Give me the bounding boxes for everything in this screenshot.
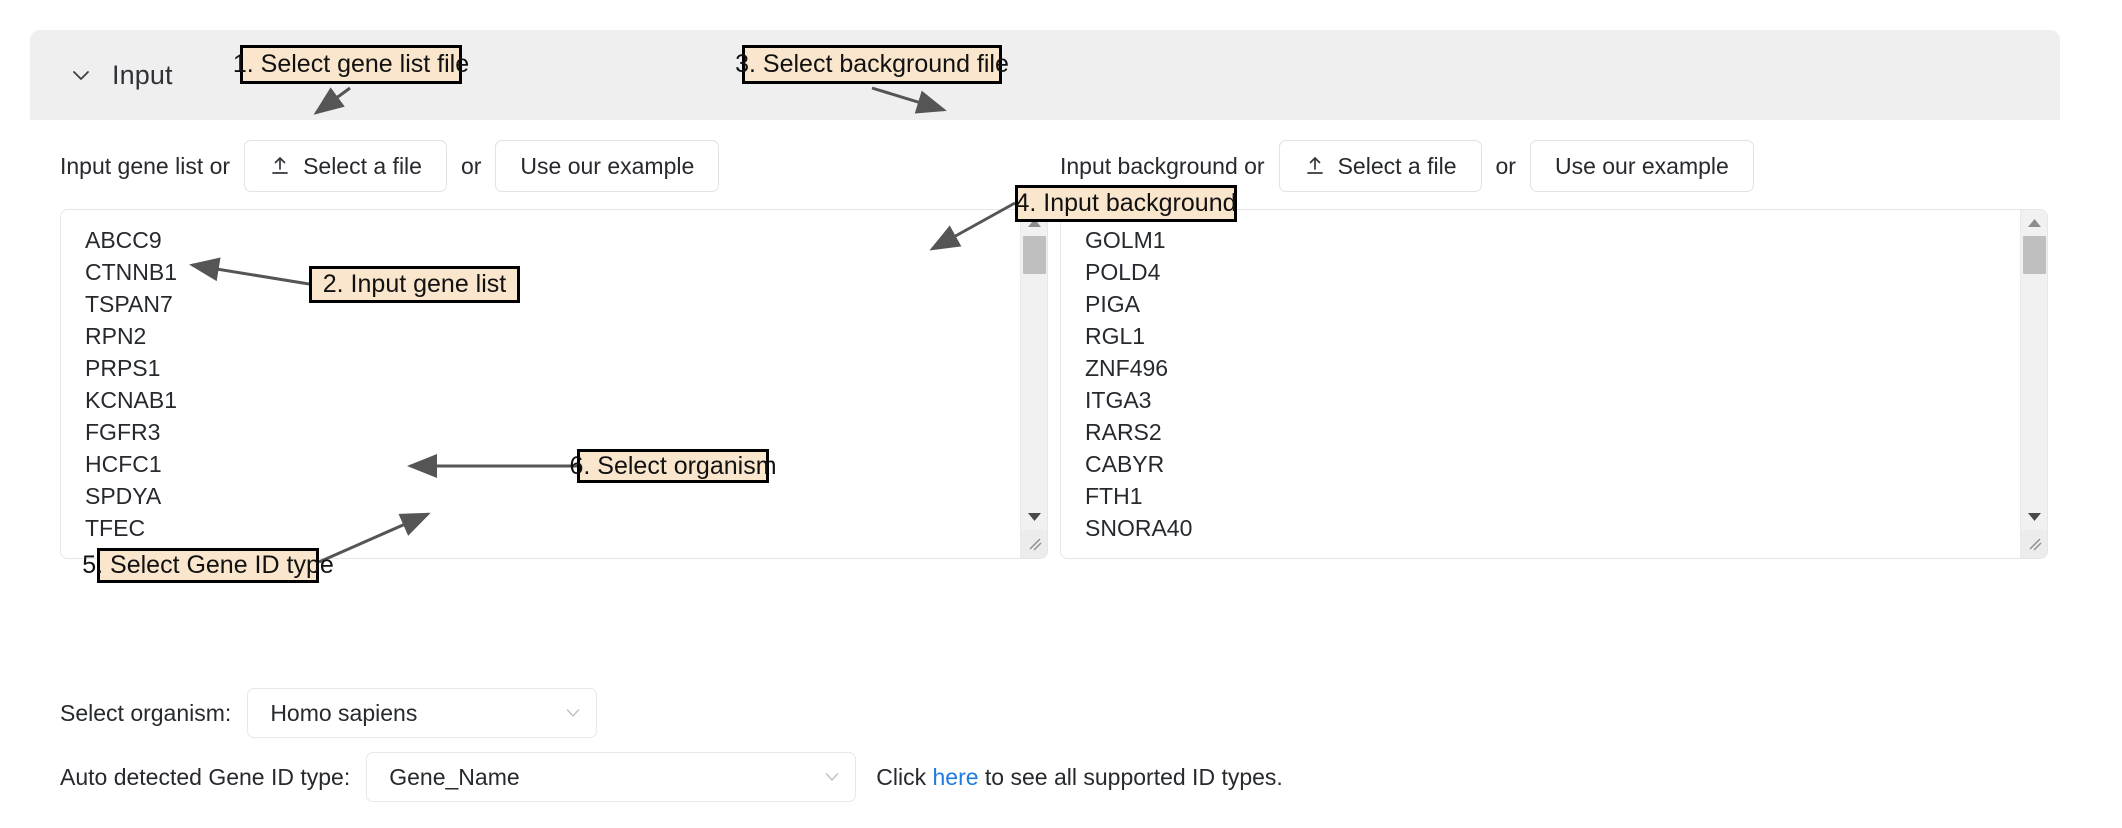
background-use-example-button[interactable]: Use our example: [1530, 140, 1754, 192]
background-scrollbar[interactable]: [2020, 210, 2047, 558]
chevron-down-icon[interactable]: [70, 64, 92, 86]
gene-list-use-example-label: Use our example: [520, 153, 694, 180]
gene-list-select-file-label: Select a file: [303, 153, 422, 180]
upload-icon: [269, 155, 291, 177]
upload-icon: [1304, 155, 1326, 177]
scrollbar-thumb[interactable]: [1023, 236, 1046, 274]
card-body: Input gene list or Select a file or Use …: [30, 120, 2060, 800]
gene-list-select-file-button[interactable]: Select a file: [244, 140, 447, 192]
background-select-file-label: Select a file: [1338, 153, 1457, 180]
supported-id-types-hint: Click here to see all supported ID types…: [876, 764, 1283, 791]
gene-list-textarea-content[interactable]: ABCC9 CTNNB1 TSPAN7 RPN2 PRPS1 KCNAB1 FG…: [61, 210, 1019, 558]
background-or-text: or: [1496, 153, 1516, 180]
hint-before: Click: [876, 764, 932, 790]
background-textarea[interactable]: GOLM1 POLD4 PIGA RGL1 ZNF496 ITGA3 RARS2…: [1060, 209, 2048, 559]
callout-1: 1. Select gene list file: [240, 45, 462, 84]
organism-row: Select organism: Homo sapiens: [60, 688, 597, 738]
callout-6-label: 6. Select organism: [569, 452, 776, 481]
background-select-file-button[interactable]: Select a file: [1279, 140, 1482, 192]
input-card: Input Input gene list or Select a file: [30, 30, 2060, 800]
callout-5: 5. Select Gene ID type: [97, 548, 319, 583]
callout-1-label: 1. Select gene list file: [233, 50, 469, 79]
callout-2-label: 2. Input gene list: [323, 270, 506, 299]
organism-label: Select organism:: [60, 700, 231, 727]
callout-3: 3. Select background file: [742, 45, 1002, 84]
organism-select[interactable]: Homo sapiens: [247, 688, 597, 738]
resize-grip-icon[interactable]: [1021, 530, 1048, 558]
background-use-example-label: Use our example: [1555, 153, 1729, 180]
supported-id-types-link[interactable]: here: [932, 764, 978, 790]
hint-after: to see all supported ID types.: [979, 764, 1283, 790]
background-textarea-content[interactable]: GOLM1 POLD4 PIGA RGL1 ZNF496 ITGA3 RARS2…: [1061, 210, 2019, 558]
gene-id-type-select-value: Gene_Name: [367, 764, 519, 791]
callout-4-label: 4. Input background: [1016, 189, 1237, 218]
gene-id-type-row: Auto detected Gene ID type: Gene_Name Cl…: [60, 752, 1283, 802]
resize-grip-icon[interactable]: [2021, 530, 2048, 558]
gene-id-type-label: Auto detected Gene ID type:: [60, 764, 350, 791]
background-label: Input background or: [1060, 153, 1265, 180]
callout-3-label: 3. Select background file: [735, 50, 1009, 79]
callout-5-label: 5. Select Gene ID type: [82, 551, 334, 580]
gene-list-controls: Input gene list or Select a file or Use …: [60, 140, 1050, 192]
gene-list-textarea[interactable]: ABCC9 CTNNB1 TSPAN7 RPN2 PRPS1 KCNAB1 FG…: [60, 209, 1048, 559]
gene-list-or-text: or: [461, 153, 481, 180]
scroll-down-icon[interactable]: [1021, 506, 1048, 528]
chevron-down-icon[interactable]: [823, 768, 841, 786]
scroll-up-icon[interactable]: [2021, 212, 2048, 234]
organism-select-value: Homo sapiens: [248, 700, 417, 727]
chevron-down-icon[interactable]: [564, 704, 582, 722]
gene-list-panel: Input gene list or Select a file or Use …: [60, 120, 1050, 559]
callout-2: 2. Input gene list: [309, 266, 520, 303]
gene-id-type-select[interactable]: Gene_Name: [366, 752, 856, 802]
gene-list-label: Input gene list or: [60, 153, 230, 180]
page-title: Input: [112, 60, 173, 91]
gene-list-use-example-button[interactable]: Use our example: [495, 140, 719, 192]
gene-list-scrollbar[interactable]: [1020, 210, 1047, 558]
callout-4: 4. Input background: [1015, 185, 1237, 222]
callout-6: 6. Select organism: [577, 449, 769, 483]
scrollbar-thumb[interactable]: [2023, 236, 2046, 274]
scroll-down-icon[interactable]: [2021, 506, 2048, 528]
